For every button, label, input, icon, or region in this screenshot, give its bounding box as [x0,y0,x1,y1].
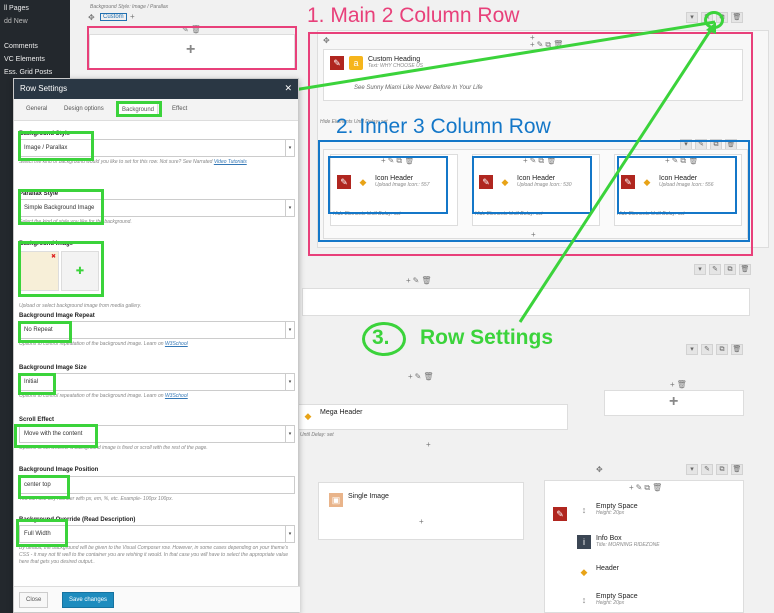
chevron-icon: ▾ [285,200,294,216]
video-tutorials-link[interactable]: Video Tutorials [214,159,247,165]
green-highlight [18,373,56,395]
green-highlight [18,131,94,161]
label: Background Image Repeat [19,313,95,319]
label: Background Image Size [19,365,87,371]
green-highlight [16,519,68,547]
green-highlight-tab [116,101,162,117]
green-highlight [18,475,70,499]
arrow-to-edit [518,27,714,323]
close-button[interactable]: Close [19,592,49,608]
row-settings-modal: Row Settings ✕ General Design options Ba… [13,78,300,613]
description: Upload or select background image from m… [19,303,142,309]
chevron-icon: ▾ [285,526,294,542]
chevron-icon: ▾ [285,322,294,338]
modal-footer: Close Save changes [14,586,300,612]
chevron-icon: ▾ [285,374,294,390]
modal-title: Row Settings [20,84,68,93]
tab-design-options[interactable]: Design options [64,106,104,112]
chevron-icon: ▾ [285,426,294,442]
green-highlight [18,321,72,343]
w3school-link[interactable]: W3School [165,341,188,347]
w3school-link[interactable]: W3School [165,393,188,399]
chevron-icon: ▾ [285,140,294,156]
modal-header: Row Settings ✕ [14,79,298,99]
green-highlight [18,189,104,225]
image-size-select[interactable]: Initial ▾ [19,373,295,391]
page: ll Pages dd New Comments VC Elements Ess… [0,0,774,613]
field-image-size: Background Image Size Initial ▾ Options t… [19,365,295,400]
label: Background Image Position [19,467,99,473]
label: Scroll Effect [19,417,55,423]
tab-effect[interactable]: Effect [172,106,187,112]
description: By default, the background will be given… [19,545,289,565]
save-changes-button[interactable]: Save changes [62,592,115,608]
description: Options to control repeatation of the ba… [19,393,188,399]
tab-general[interactable]: General [26,106,47,112]
close-icon[interactable]: ✕ [284,83,292,94]
green-highlight [14,424,98,448]
green-highlight [18,241,104,297]
